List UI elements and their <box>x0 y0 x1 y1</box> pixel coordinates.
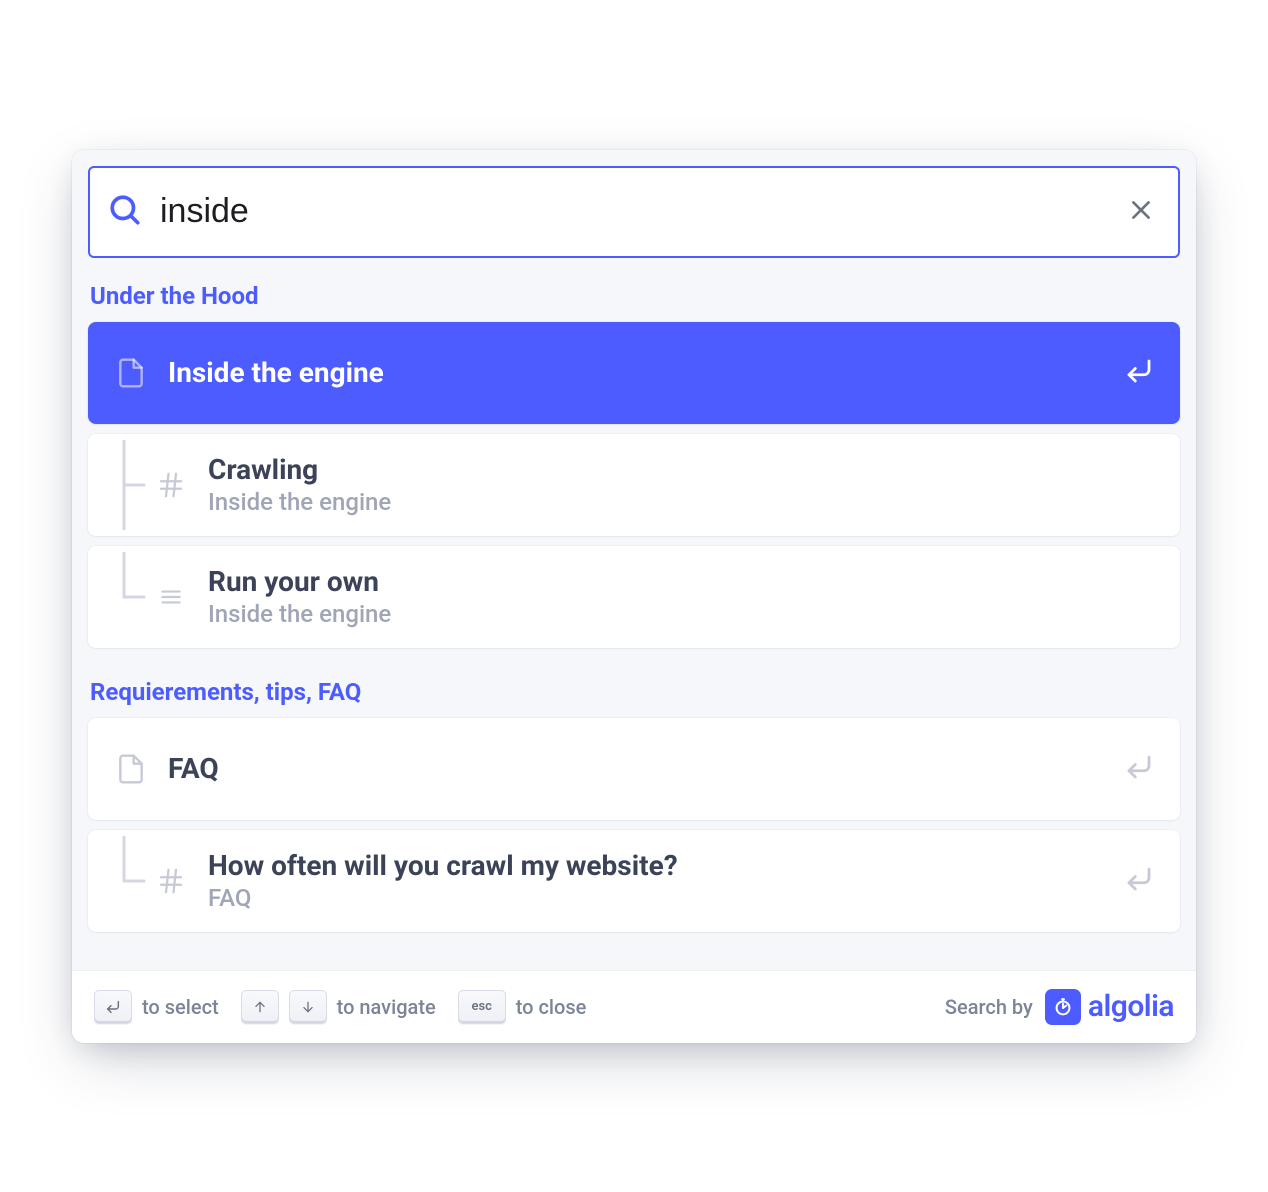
keyboard-hints: to select to navigate es <box>94 990 586 1024</box>
goto-icon <box>1124 356 1154 390</box>
goto-icon <box>1124 752 1154 786</box>
result-title: Inside the engine <box>168 356 1124 389</box>
arrow-up-key-icon <box>241 990 279 1024</box>
result-title: Run your own <box>208 565 1154 598</box>
search-result[interactable]: CrawlingInside the engine <box>88 434 1180 536</box>
hint-close: esc to close <box>458 990 587 1024</box>
hint-select-label: to select <box>142 995 219 1019</box>
page-icon <box>112 357 150 389</box>
clear-search-button[interactable] <box>1122 191 1160 232</box>
tree-mid-icon <box>112 440 152 530</box>
search-result[interactable]: How often will you crawl my website?FAQ <box>88 830 1180 932</box>
search-by-attribution: Search by algolia <box>945 989 1174 1025</box>
result-content: Run your ownInside the engine <box>190 565 1154 628</box>
results-list: Under the HoodInside the engineCrawlingI… <box>72 258 1196 970</box>
result-title: How often will you crawl my website? <box>208 849 1124 882</box>
arrow-down-key-icon <box>289 990 327 1024</box>
esc-key-icon: esc <box>458 990 506 1024</box>
hint-close-label: to close <box>516 995 587 1019</box>
hash-icon <box>152 866 190 896</box>
search-box <box>88 166 1180 258</box>
modal-footer: to select to navigate es <box>72 970 1196 1043</box>
result-subtitle: FAQ <box>208 884 1124 912</box>
tree-last-icon <box>112 836 152 926</box>
search-input[interactable] <box>160 192 1122 231</box>
goto-icon <box>1124 864 1154 898</box>
enter-key-icon <box>94 990 132 1024</box>
result-subtitle: Inside the engine <box>208 488 1154 516</box>
results-section-heading: Requierements, tips, FAQ <box>88 658 1180 718</box>
result-subtitle: Inside the engine <box>208 600 1154 628</box>
algolia-mark-icon <box>1045 989 1081 1025</box>
result-content: FAQ <box>150 752 1124 785</box>
result-title: Crawling <box>208 453 1154 486</box>
hint-select: to select <box>94 990 219 1024</box>
search-icon <box>108 193 142 231</box>
search-result[interactable]: Inside the engine <box>88 322 1180 424</box>
result-content: Inside the engine <box>150 356 1124 389</box>
hint-navigate: to navigate <box>241 990 436 1024</box>
result-title: FAQ <box>168 752 1124 785</box>
tree-last-icon <box>112 552 152 642</box>
close-icon <box>1128 211 1154 226</box>
result-content: CrawlingInside the engine <box>190 453 1154 516</box>
search-container <box>72 150 1196 258</box>
algolia-wordmark: algolia <box>1088 989 1174 1024</box>
search-result[interactable]: FAQ <box>88 718 1180 820</box>
search-result[interactable]: Run your ownInside the engine <box>88 546 1180 648</box>
hint-navigate-label: to navigate <box>337 995 436 1019</box>
list-icon <box>152 584 190 610</box>
search-by-label: Search by <box>945 995 1033 1019</box>
algolia-logo: algolia <box>1045 989 1174 1025</box>
results-section-heading: Under the Hood <box>88 262 1180 322</box>
page-icon <box>112 753 150 785</box>
result-content: How often will you crawl my website?FAQ <box>190 849 1124 912</box>
hash-icon <box>152 470 190 500</box>
search-modal: Under the HoodInside the engineCrawlingI… <box>72 150 1196 1043</box>
